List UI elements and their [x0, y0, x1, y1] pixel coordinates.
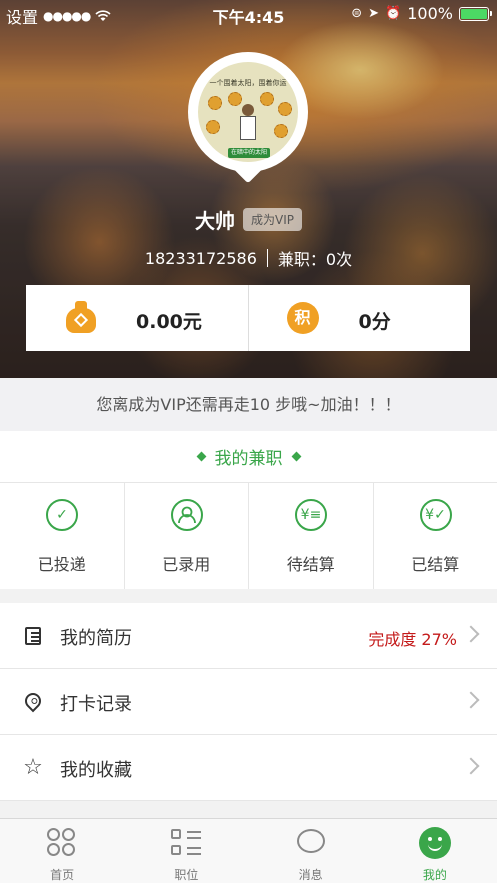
divider — [266, 249, 268, 267]
menu-item-resume[interactable]: 我的简历 完成度 27% — [0, 603, 497, 669]
section-title: 我的兼职 — [214, 449, 283, 469]
parttime-item-label: 已投递 — [37, 555, 86, 574]
tab-label: 首页 — [50, 868, 75, 882]
tab-messages[interactable]: 消息 — [249, 819, 373, 883]
tab-label: 我的 — [422, 868, 447, 882]
wallet-balance: 0.00元 — [136, 311, 202, 333]
points-cell[interactable]: 积 0分 — [247, 285, 471, 351]
tab-bar: 首页 职位 消息 我的 — [0, 818, 497, 883]
location-pin-icon — [21, 689, 45, 713]
diamond-icon — [291, 451, 301, 462]
menu-item-label: 我的简历 — [60, 628, 132, 649]
parttime-item-label: 待结算 — [286, 555, 335, 574]
menu-item-favorites[interactable]: ☆ 我的收藏 — [0, 735, 497, 801]
tab-home[interactable]: 首页 — [0, 819, 124, 883]
parttime-settled[interactable]: ¥✓ 已结算 — [372, 483, 497, 589]
yen-list-icon: ¥≡ — [295, 499, 327, 531]
profile-header: 设置 ●●●●● 下午4:45 ⊜ ➤ ⏰ 100% 一个围着太阳，围着你运 在… — [0, 0, 497, 378]
menu-item-label: 我的收藏 — [60, 760, 132, 781]
become-vip-button[interactable]: 成为VIP — [243, 207, 302, 231]
rotation-lock-icon: ⊜ — [351, 6, 363, 21]
check-circle-icon: ✓ — [46, 499, 78, 531]
avatar-caption: 一个围着太阳，围着你运 — [209, 79, 287, 87]
vip-progress-tip: 您离成为VIP还需再走10 步哦~加油！！！ — [0, 378, 497, 431]
status-bar: 设置 ●●●●● 下午4:45 ⊜ ➤ ⏰ 100% — [0, 0, 497, 28]
parttime-item-label: 已结算 — [411, 555, 460, 574]
chevron-right-icon — [462, 691, 480, 709]
battery-icon — [459, 6, 492, 21]
home-icon — [46, 827, 78, 859]
avatar-tag: 在暗中的太阳 — [228, 148, 270, 158]
parttime-count: 兼职：0次 — [277, 250, 353, 269]
user-name: 大帅 — [195, 208, 235, 233]
avatar[interactable]: 一个围着太阳，围着你运 在暗中的太阳 — [188, 52, 308, 192]
parttime-item-label: 已录用 — [162, 555, 211, 574]
resume-icon — [25, 627, 41, 645]
battery-percent: 100% — [407, 4, 453, 23]
tab-label: 消息 — [298, 868, 323, 882]
balance-card: 0.00元 积 0分 — [26, 285, 470, 351]
chat-icon — [296, 829, 325, 853]
wallet-cell[interactable]: 0.00元 — [26, 285, 248, 351]
menu-item-label: 打卡记录 — [60, 694, 132, 715]
parttime-pending-settlement[interactable]: ¥≡ 待结算 — [248, 483, 373, 589]
tab-mine[interactable]: 我的 — [373, 819, 497, 883]
smiley-icon — [418, 827, 451, 859]
user-phone: 18233172586 — [144, 248, 257, 268]
menu-item-checkin[interactable]: 打卡记录 — [0, 669, 497, 735]
chevron-right-icon — [462, 757, 480, 775]
points-balance: 0分 — [358, 311, 391, 333]
points-icon: 积 — [286, 302, 319, 334]
yen-check-icon: ¥✓ — [419, 499, 452, 531]
money-bag-icon — [66, 301, 96, 333]
tab-label: 职位 — [174, 868, 199, 882]
parttime-applied[interactable]: ✓ 已投递 — [0, 483, 124, 589]
tab-jobs[interactable]: 职位 — [124, 819, 248, 883]
alarm-icon: ⏰ — [385, 6, 402, 21]
avatar-image: 一个围着太阳，围着你运 在暗中的太阳 — [198, 62, 298, 162]
location-icon: ➤ — [368, 6, 380, 21]
star-icon: ☆ — [23, 755, 43, 780]
diamond-icon — [196, 451, 206, 462]
my-parttime-section: 我的兼职 ✓ 已投递 已录用 ¥≡ 待结算 ¥✓ 已结算 — [0, 431, 497, 589]
parttime-hired[interactable]: 已录用 — [123, 483, 249, 589]
user-circle-icon — [170, 499, 203, 531]
job-list-icon — [170, 827, 202, 859]
resume-completion: 完成度 27% — [368, 630, 457, 649]
chevron-right-icon — [462, 625, 480, 643]
menu-list: 我的简历 完成度 27% 打卡记录 ☆ 我的收藏 — [0, 603, 497, 801]
